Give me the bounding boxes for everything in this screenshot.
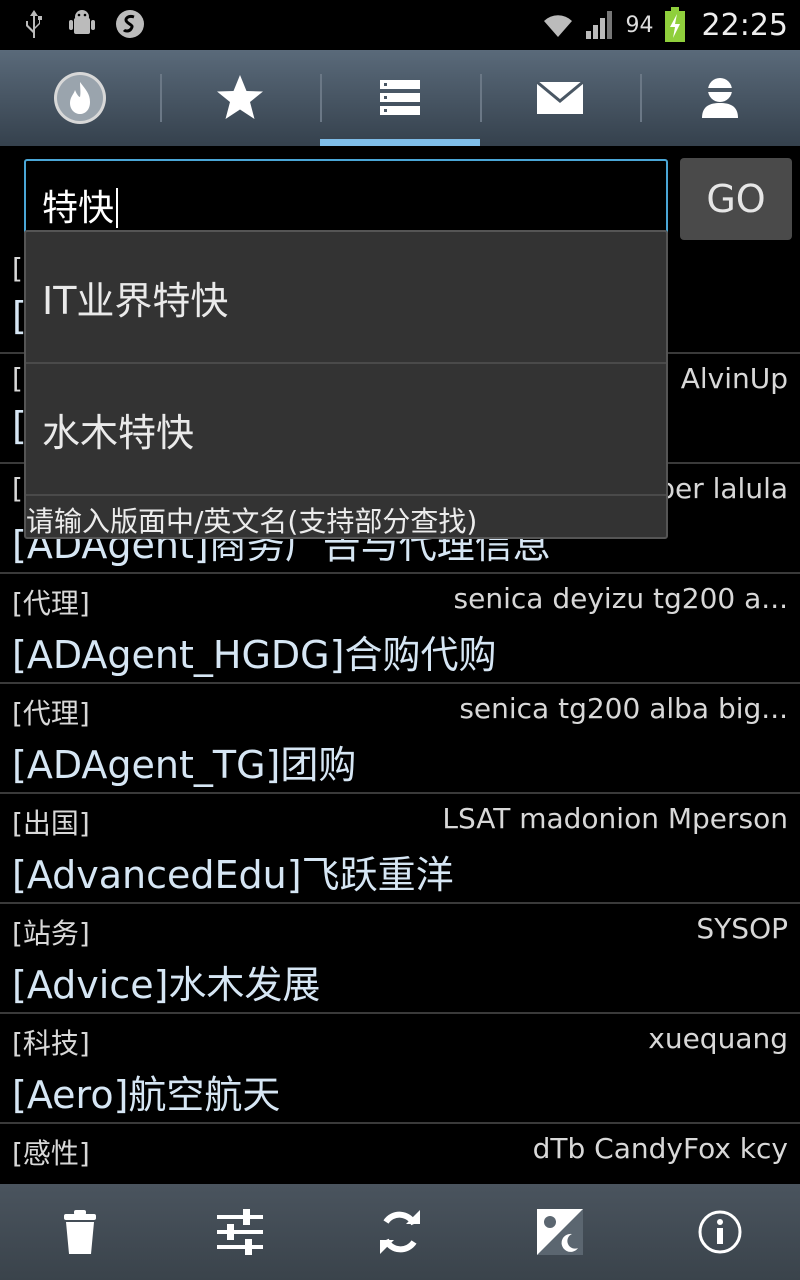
battery-percent: 94: [625, 12, 654, 38]
list-item[interactable]: [代理] senica deyizu tg200 a... [ADAgent_H…: [0, 574, 800, 684]
clock: 22:25: [701, 7, 788, 43]
list-item[interactable]: [感性] dTb CandyFox kcy: [0, 1124, 800, 1184]
android-debug-icon: [66, 8, 98, 40]
refresh-button[interactable]: [320, 1184, 480, 1280]
board-category: [: [12, 472, 23, 505]
board-category: [: [12, 362, 23, 395]
board-category: [感性]: [12, 1137, 90, 1170]
info-icon: [697, 1209, 743, 1255]
top-tab-bar: [0, 50, 800, 146]
board-category: [站务]: [12, 917, 90, 950]
board-name: [AdvancedEdu]飞跃重洋: [12, 853, 454, 897]
board-name: [ADAgent_HGDG]合购代购: [12, 633, 497, 677]
user-icon: [700, 76, 740, 120]
board-category: [: [12, 252, 23, 285]
board-moderators: SYSOP: [696, 912, 788, 945]
delete-button[interactable]: [0, 1184, 160, 1280]
list-item[interactable]: [科技] xuequang [Aero]航空航天: [0, 1014, 800, 1124]
board-category: [科技]: [12, 1027, 90, 1060]
day-night-icon: [536, 1208, 584, 1256]
board-category: [出国]: [12, 807, 90, 840]
autocomplete-dropdown: IT业界特快 水木特快 请输入版面中/英文名(支持部分查找): [24, 230, 668, 539]
info-button[interactable]: [640, 1184, 800, 1280]
tab-favorites[interactable]: [160, 50, 320, 146]
star-icon: [213, 71, 267, 125]
board-category: [代理]: [12, 697, 90, 730]
board-moderators: ber lalula: [657, 472, 788, 505]
board-name: [Aero]航空航天: [12, 1073, 281, 1117]
hot-icon: [52, 70, 108, 126]
boards-list-icon: [378, 78, 422, 118]
board-moderators: senica tg200 alba big...: [459, 692, 788, 725]
list-item[interactable]: [出国] LSAT madonion Mperson [AdvancedEdu]…: [0, 794, 800, 904]
board-name: [ADAgent_TG]团购: [12, 743, 357, 787]
board-moderators: xuequang: [648, 1022, 788, 1055]
settings-sliders-icon: [215, 1208, 265, 1256]
tab-mail[interactable]: [480, 50, 640, 146]
day-night-toggle[interactable]: [480, 1184, 640, 1280]
board-moderators: dTb CandyFox kcy: [532, 1132, 788, 1165]
status-bar: 94 22:25: [0, 0, 800, 50]
board-category: [代理]: [12, 587, 90, 620]
trash-icon: [62, 1209, 98, 1255]
tab-profile[interactable]: [640, 50, 800, 146]
wifi-icon: [542, 9, 574, 41]
board-moderators: AlvinUp: [680, 362, 788, 395]
go-button[interactable]: GO: [680, 158, 792, 240]
suggestion-item[interactable]: 水木特快: [26, 364, 666, 496]
signal-icon: [584, 9, 616, 41]
tab-hot[interactable]: [0, 50, 160, 146]
search-hint: 请输入版面中/英文名(支持部分查找): [26, 505, 478, 538]
board-moderators: LSAT madonion Mperson: [442, 802, 788, 835]
board-search-input[interactable]: 特快: [24, 159, 668, 235]
list-item[interactable]: [站务] SYSOP [Advice]水木发展: [0, 904, 800, 1014]
settings-button[interactable]: [160, 1184, 320, 1280]
battery-charging-icon: [664, 7, 686, 43]
board-name: [Advice]水木发展: [12, 963, 321, 1007]
suggestion-item[interactable]: IT业界特快: [26, 232, 666, 364]
mail-icon: [536, 81, 584, 115]
search-input-value: 特快: [42, 188, 115, 229]
refresh-icon: [376, 1208, 424, 1256]
bottom-action-bar: [0, 1184, 800, 1280]
board-moderators: senica deyizu tg200 a...: [453, 582, 788, 615]
sync-icon: [114, 8, 146, 40]
usb-icon: [18, 8, 50, 40]
tab-boards[interactable]: [320, 50, 480, 146]
text-caret: [116, 188, 119, 228]
list-item[interactable]: [代理] senica tg200 alba big... [ADAgent_T…: [0, 684, 800, 794]
